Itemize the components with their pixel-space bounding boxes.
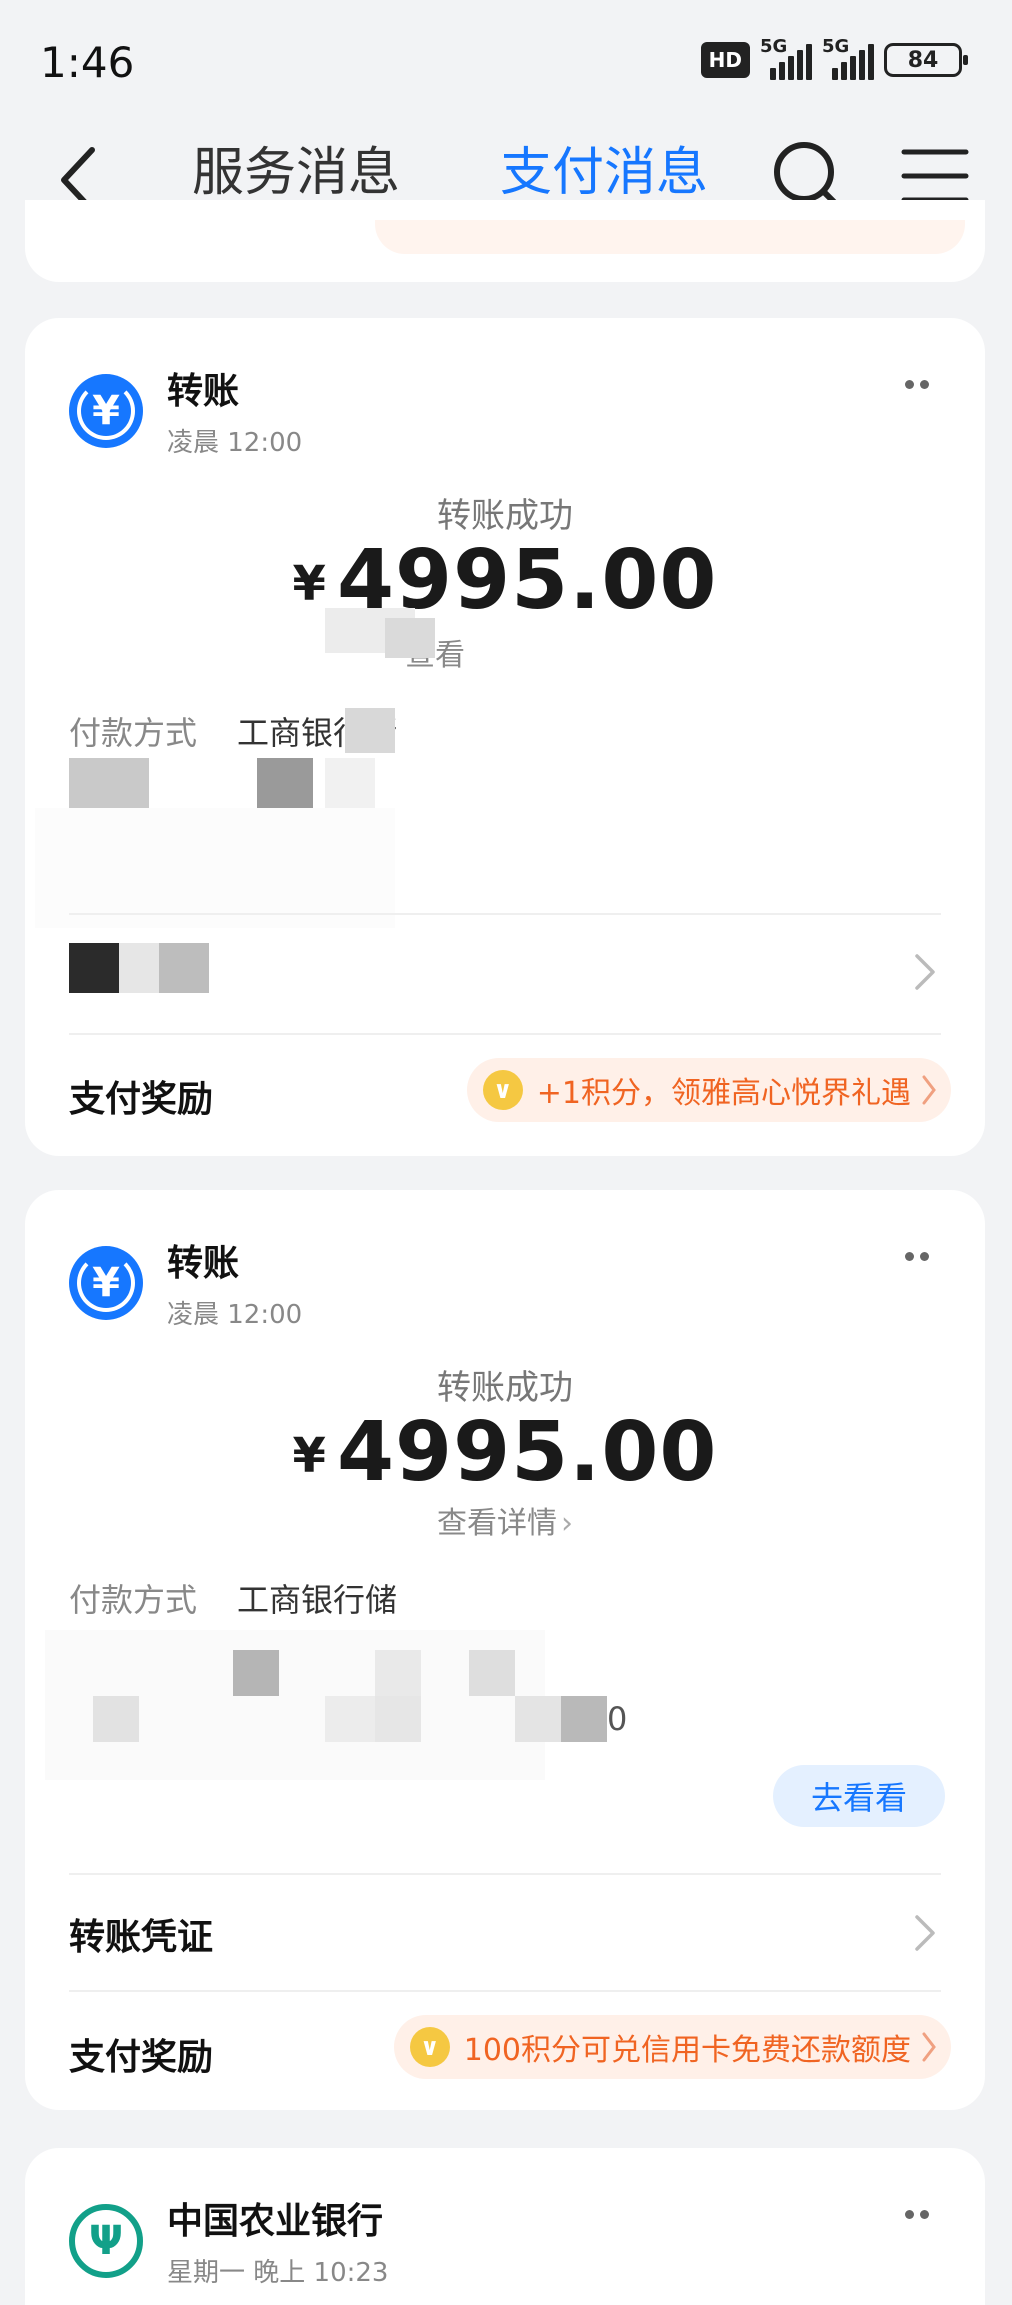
yuan-transfer-icon: ¥ [69, 1245, 143, 1320]
reward-pill-partial [375, 220, 965, 254]
more-options-icon[interactable] [905, 1252, 929, 1261]
more-options-icon[interactable] [905, 2210, 929, 2219]
transfer-message-card[interactable]: ¥ 转账 凌晨 12:00 转账成功 ¥4995.00 查看 付款方式 工商银行… [25, 318, 985, 1156]
card-title: 转账 [167, 1243, 240, 1284]
chevron-right-icon: › [561, 1506, 573, 1541]
redacted-block [375, 1696, 421, 1742]
chevron-right-icon [922, 2032, 936, 2062]
divider [69, 1033, 941, 1035]
card-title: 中国农业银行 [167, 2201, 384, 2242]
more-options-icon[interactable] [905, 380, 929, 389]
reward-text: 100积分可兑信用卡免费还款额度 [463, 2033, 911, 2068]
pay-method-label: 付款方式 [69, 1581, 198, 1619]
divider [69, 913, 941, 915]
transfer-amount: ¥4995.00 [292, 1405, 718, 1500]
redacted-block [93, 1696, 139, 1742]
signal-icon-2: 5G [822, 36, 874, 80]
redacted-block [325, 1696, 375, 1742]
card-time: 星期一 晚上 10:23 [167, 2258, 389, 2288]
tab-payment-messages[interactable]: 支付消息 [500, 130, 708, 205]
signal-icon: 5G [760, 36, 812, 80]
redacted-block [159, 943, 209, 993]
transfer-amount: ¥4995.00 [292, 533, 718, 628]
pay-method-value: 工商银行储 [237, 1581, 398, 1619]
reward-label: 支付奖励 [69, 1079, 214, 1120]
redacted-block [119, 943, 159, 993]
divider [69, 1990, 941, 1992]
coin-icon: ∨ [482, 1070, 523, 1110]
hd-icon: HD [700, 42, 750, 78]
go-see-button[interactable]: 去看看 [773, 1765, 945, 1827]
chevron-right-icon[interactable] [913, 1913, 937, 1953]
chevron-right-icon[interactable] [913, 952, 937, 992]
card-header: Ψ 中国农业银行 星期一 晚上 10:23 [69, 2192, 388, 2289]
reward-text: +1积分，领雅高心悦界礼遇 [536, 1076, 911, 1111]
view-details-link[interactable]: 查看详情 › [25, 1498, 985, 1542]
transfer-message-card[interactable]: ¥ 转账 凌晨 12:00 转账成功 ¥4995.00 查看详情 › 付款方式 工… [25, 1190, 985, 2110]
redacted-block [35, 808, 395, 928]
redacted-block [257, 758, 313, 808]
bank-message-card[interactable]: Ψ 中国农业银行 星期一 晚上 10:23 [25, 2148, 985, 2305]
reward-pill[interactable]: ∨ 100积分可兑信用卡免费还款额度 [393, 2015, 951, 2079]
redacted-block [345, 708, 395, 753]
card-title: 转账 [167, 371, 240, 412]
view-details-link[interactable]: 查看 [0, 630, 915, 674]
status-icons: HD 5G 5G 84 [700, 36, 968, 80]
yuan-transfer-icon: ¥ [69, 373, 143, 448]
redacted-block [325, 758, 375, 808]
redacted-block [515, 1696, 561, 1742]
divider [69, 1873, 941, 1875]
card-header: ¥ 转账 凌晨 12:00 [69, 362, 302, 459]
transfer-status: 转账成功 [437, 496, 573, 536]
masked-number-suffix: 0 [607, 1700, 628, 1738]
abc-bank-logo-icon: Ψ [69, 2203, 143, 2278]
battery-icon: 84 [884, 43, 968, 77]
transfer-voucher-label[interactable]: 转账凭证 [69, 1908, 213, 1960]
reward-pill[interactable]: ∨ +1积分，领雅高心悦界礼遇 [466, 1058, 951, 1122]
redacted-block [375, 1650, 421, 1696]
message-card-partial[interactable] [25, 200, 985, 282]
reward-label: 支付奖励 [69, 2037, 214, 2078]
tab-service-messages[interactable]: 服务消息 [192, 130, 400, 205]
chevron-right-icon [922, 1075, 936, 1105]
redacted-block [385, 618, 435, 658]
card-header: ¥ 转账 凌晨 12:00 [69, 1234, 302, 1331]
card-time: 凌晨 12:00 [167, 428, 303, 458]
status-bar: 1:46 HD 5G 5G 84 [0, 0, 1012, 120]
coin-icon: ∨ [409, 2027, 450, 2067]
redacted-block [69, 758, 149, 808]
redacted-block [561, 1696, 607, 1742]
redacted-block [69, 943, 119, 993]
pay-method-label: 付款方式 [69, 714, 198, 752]
status-time: 1:46 [40, 38, 135, 87]
menu-icon[interactable] [900, 144, 970, 208]
card-time: 凌晨 12:00 [167, 1300, 303, 1330]
transfer-status: 转账成功 [437, 1368, 573, 1408]
redacted-block [233, 1650, 279, 1696]
redacted-block [469, 1650, 515, 1696]
